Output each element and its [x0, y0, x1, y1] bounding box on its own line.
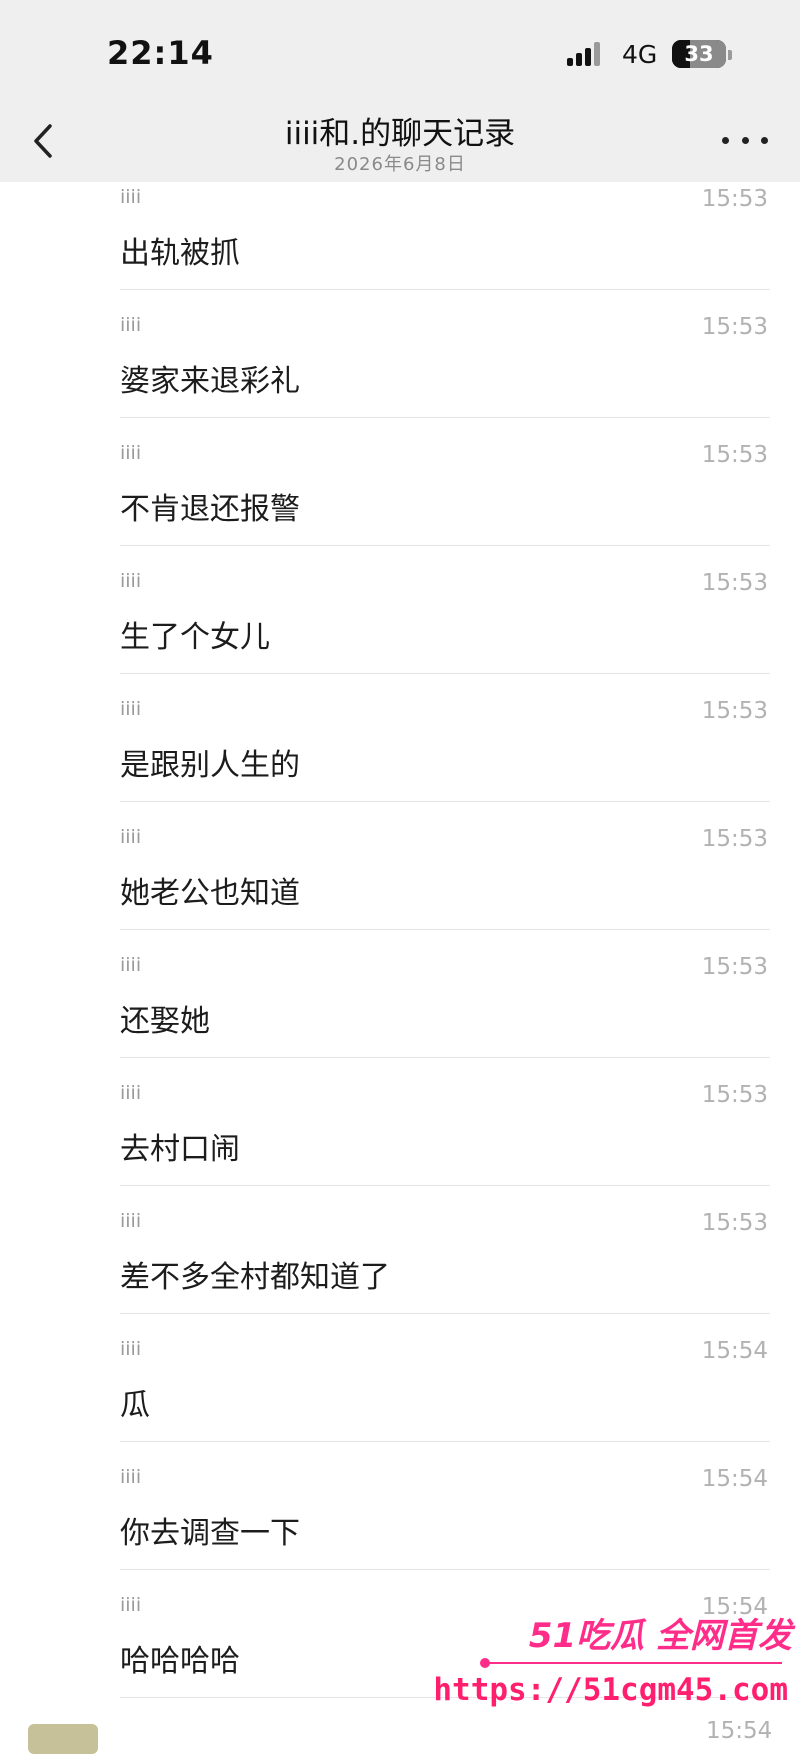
divider — [120, 1569, 770, 1570]
watermark: 51吃瓜 全网首发 https://51cgm45.com — [433, 1608, 800, 1736]
message-item[interactable]: iiii 15:53 不肯退还报警 — [120, 442, 770, 570]
divider — [120, 929, 770, 930]
message-item[interactable]: iiii 15:54 瓜 — [120, 1338, 770, 1466]
message-sender: iiii — [120, 314, 142, 336]
divider — [120, 673, 770, 674]
message-time: 15:53 — [701, 1210, 768, 1236]
message-item[interactable]: iiii 15:53 差不多全村都知道了 — [120, 1210, 770, 1338]
message-sender: iiii — [120, 1466, 142, 1488]
divider — [120, 1185, 770, 1186]
message-time: 15:54 — [701, 1338, 768, 1364]
message-text: 生了个女儿 — [120, 620, 270, 655]
signal-icon — [567, 42, 611, 66]
chat-history-list[interactable]: iiii 15:53 出轨被抓 iiii 15:53 婆家来退彩礼 iiii 1… — [0, 182, 800, 1736]
message-sender: iiii — [120, 1082, 142, 1104]
message-sender: iiii — [120, 1210, 142, 1232]
message-item[interactable]: iiii 15:53 出轨被抓 — [120, 186, 770, 314]
message-time: 15:53 — [701, 954, 768, 980]
avatar — [28, 1724, 98, 1754]
message-text: 去村口闹 — [120, 1132, 240, 1167]
message-item[interactable]: iiii 15:53 去村口闹 — [120, 1082, 770, 1210]
watermark-line — [482, 1662, 782, 1664]
divider — [120, 1057, 770, 1058]
message-time: 15:53 — [701, 1082, 768, 1108]
page-title: iiii和.的聊天记录 — [284, 116, 516, 152]
divider — [120, 289, 770, 290]
divider — [120, 417, 770, 418]
watermark-url: https://51cgm45.com — [433, 1672, 788, 1708]
message-time: 15:53 — [701, 698, 768, 724]
message-text: 瓜 — [120, 1388, 150, 1423]
watermark-brand: 51吃瓜 全网首发 — [528, 1616, 792, 1656]
message-item[interactable]: iiii 15:53 她老公也知道 — [120, 826, 770, 954]
message-time: 15:54 — [701, 1466, 768, 1492]
battery-tip — [728, 50, 732, 60]
message-sender: iiii — [120, 186, 142, 208]
message-sender: iiii — [120, 442, 142, 464]
message-sender: iiii — [120, 954, 142, 976]
message-text: 你去调查一下 — [120, 1516, 300, 1551]
message-text: 婆家来退彩礼 — [120, 364, 300, 399]
divider — [120, 1441, 770, 1442]
message-text: 是跟别人生的 — [120, 748, 300, 783]
message-item[interactable]: iiii 15:53 还娶她 — [120, 954, 770, 1082]
message-text: 还娶她 — [120, 1004, 210, 1039]
message-sender: iiii — [120, 1594, 142, 1616]
message-sender: iiii — [120, 698, 142, 720]
status-bar: 22:14 4G 33 — [0, 0, 800, 100]
more-dot — [741, 136, 749, 144]
message-time: 15:53 — [701, 186, 768, 212]
message-text: 差不多全村都知道了 — [120, 1260, 390, 1295]
more-button[interactable] — [722, 130, 768, 150]
battery-level: 33 — [684, 42, 714, 66]
message-item[interactable]: iiii 15:53 是跟别人生的 — [120, 698, 770, 826]
nav-bar: iiii和.的聊天记录 2026年6月8日 — [0, 100, 800, 182]
divider — [120, 1313, 770, 1314]
message-sender: iiii — [120, 826, 142, 848]
divider — [120, 801, 770, 802]
status-time: 22:14 — [107, 34, 214, 72]
more-dot — [722, 136, 729, 144]
divider — [120, 545, 770, 546]
message-item[interactable]: iiii 15:54 你去调查一下 — [120, 1466, 770, 1594]
battery-icon: 33 — [672, 40, 726, 68]
message-time: 15:53 — [701, 570, 768, 596]
message-item[interactable]: iiii 15:53 生了个女儿 — [120, 570, 770, 698]
message-time: 15:53 — [701, 314, 768, 340]
message-time: 15:53 — [701, 826, 768, 852]
page-date: 2026年6月8日 — [334, 154, 466, 175]
message-text: 不肯退还报警 — [120, 492, 300, 527]
network-type: 4G — [622, 40, 658, 69]
more-dot — [761, 136, 768, 144]
message-text: 出轨被抓 — [120, 236, 240, 271]
message-item[interactable]: iiii 15:53 婆家来退彩礼 — [120, 314, 770, 442]
message-sender: iiii — [120, 1338, 142, 1360]
message-text: 哈哈哈哈 — [120, 1644, 240, 1679]
message-time: 15:53 — [701, 442, 768, 468]
message-text: 她老公也知道 — [120, 876, 300, 911]
message-sender: iiii — [120, 570, 142, 592]
